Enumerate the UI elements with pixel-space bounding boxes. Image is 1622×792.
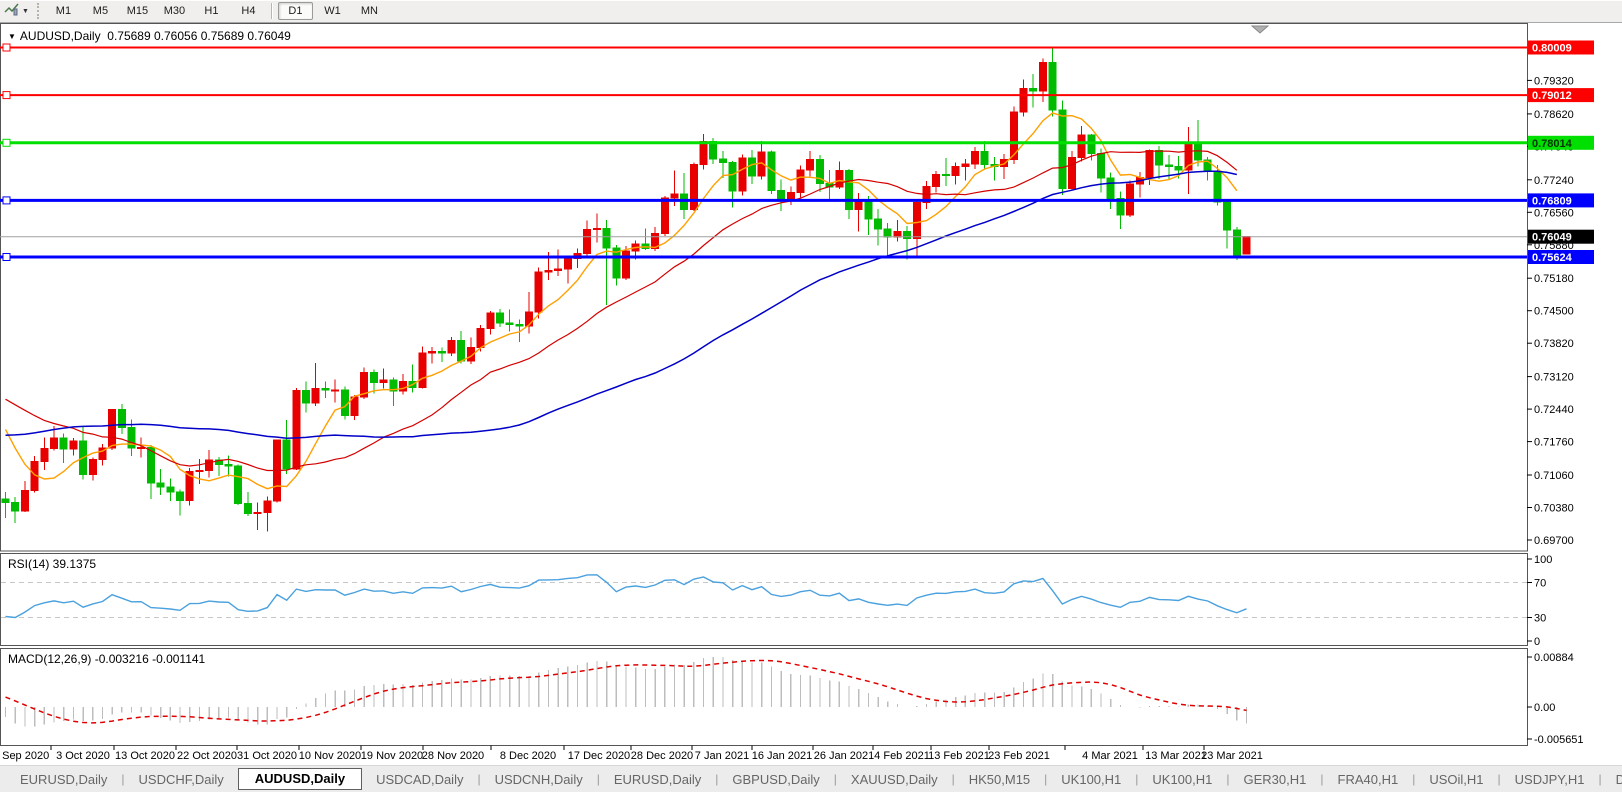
svg-text:0.76049: 0.76049: [1532, 232, 1572, 244]
svg-text:8 Dec 2020: 8 Dec 2020: [500, 750, 556, 762]
timeframe-button-M30[interactable]: M30: [157, 2, 192, 20]
tab-xauusd-daily[interactable]: XAUUSD,Daily: [837, 769, 952, 790]
tab-eurusd-daily[interactable]: EURUSD,Daily: [6, 769, 121, 790]
svg-text:28 Nov 2020: 28 Nov 2020: [422, 750, 484, 762]
tab-usoil-h1[interactable]: USOil,H1: [1415, 769, 1497, 790]
svg-text:3 Oct 2020: 3 Oct 2020: [56, 750, 110, 762]
svg-text:0.69700: 0.69700: [1534, 535, 1574, 547]
svg-text:0.00: 0.00: [1534, 702, 1555, 714]
time-axis[interactable]: 24 Sep 2020 3 Oct 2020 13 Oct 202022 Oct 2…: [0, 746, 1263, 763]
tab-fra40-h1[interactable]: FRA40,H1: [1324, 769, 1413, 790]
svg-text:23 Mar 2021: 23 Mar 2021: [1201, 750, 1263, 762]
svg-text:24 Sep 2020: 24 Sep 2020: [0, 750, 49, 762]
symbol-name: AUDUSD,Daily: [20, 29, 101, 43]
svg-text:13 Oct 2020: 13 Oct 2020: [115, 750, 175, 762]
svg-text:22 Oct 2020: 22 Oct 2020: [177, 750, 237, 762]
macd-label: MACD(12,26,9) -0.003216 -0.001141: [8, 652, 205, 666]
svg-text:0.75180: 0.75180: [1534, 273, 1574, 285]
svg-text:0.78014: 0.78014: [1532, 138, 1573, 150]
timeframe-toolbar: M1M5M15M30H1H4 D1W1MN: [45, 0, 388, 22]
chart-tabs: EURUSD,Daily|USDCHF,DailyAUDUSD,DailyUSD…: [6, 768, 1622, 790]
timeframe-button-H4[interactable]: H4: [231, 2, 266, 20]
tab-hk50-m15[interactable]: HK50,M15: [955, 769, 1044, 790]
chart-canvas[interactable]: 0.793200.786200.779400.772400.765600.758…: [0, 23, 1622, 765]
svg-text:0.73820: 0.73820: [1534, 338, 1574, 350]
mt4-window: ▼ M1M5M15M30H1H4 D1W1MN 0.79320 0.78620 0.7…: [0, 0, 1622, 792]
svg-text:4 Feb 2021: 4 Feb 2021: [874, 750, 930, 762]
tab-uk100-h1[interactable]: UK100,H1: [1138, 769, 1226, 790]
timeframe-button-M1[interactable]: M1: [46, 2, 81, 20]
svg-text:0.77240: 0.77240: [1534, 175, 1574, 187]
svg-text:0.00884: 0.00884: [1534, 652, 1574, 664]
tab-eurusd-daily[interactable]: EURUSD,Daily: [600, 769, 715, 790]
chart-tabs-bar: EURUSD,Daily|USDCHF,DailyAUDUSD,DailyUSD…: [0, 765, 1622, 792]
tab-ger30-h1[interactable]: GER30,H1: [1230, 769, 1321, 790]
svg-text:70: 70: [1534, 578, 1546, 590]
timeframe-button-W1[interactable]: W1: [315, 2, 350, 20]
timeframe-button-MN[interactable]: MN: [352, 2, 387, 20]
svg-text:13 Feb 2021: 13 Feb 2021: [928, 750, 990, 762]
svg-text:0.79012: 0.79012: [1532, 90, 1572, 102]
svg-text:10 Nov 2020: 10 Nov 2020: [299, 750, 361, 762]
svg-text:0: 0: [1534, 636, 1540, 648]
tab-usdcnh-daily[interactable]: USDCNH,Daily: [481, 769, 597, 790]
svg-text:16 Jan 2021: 16 Jan 2021: [752, 750, 813, 762]
tab-uk100-h1[interactable]: UK100,H1: [1047, 769, 1135, 790]
timeframe-button-M5[interactable]: M5: [83, 2, 118, 20]
svg-text:13 Mar 2021: 13 Mar 2021: [1145, 750, 1207, 762]
symbol-ohlc: 0.75689 0.76056 0.75689 0.76049: [107, 29, 291, 43]
tab-usdchf-daily[interactable]: USDCHF,Daily: [125, 769, 238, 790]
svg-text:-0.005651: -0.005651: [1534, 734, 1584, 746]
chevron-down-icon: ▼: [22, 8, 29, 15]
tab-gbpusd-daily[interactable]: GBPUSD,Daily: [718, 769, 833, 790]
svg-text:17 Dec 2020: 17 Dec 2020: [568, 750, 630, 762]
svg-text:0.78620: 0.78620: [1534, 109, 1574, 121]
svg-text:0.76560: 0.76560: [1534, 207, 1574, 219]
svg-text:23 Feb 2021: 23 Feb 2021: [988, 750, 1050, 762]
tab-dj30-weekly[interactable]: DJ30,Weekly: [1602, 769, 1622, 790]
svg-text:30: 30: [1534, 613, 1546, 625]
svg-text:4 Mar 2021: 4 Mar 2021: [1082, 750, 1138, 762]
rsi-label: RSI(14) 39.1375: [8, 557, 96, 571]
svg-text:19 Nov 2020: 19 Nov 2020: [361, 750, 423, 762]
svg-text:0.76809: 0.76809: [1532, 195, 1572, 207]
timeframe-button-H1[interactable]: H1: [194, 2, 229, 20]
chart-toolbar: ▼ M1M5M15M30H1H4 D1W1MN: [0, 0, 1622, 23]
svg-text:0.75624: 0.75624: [1532, 252, 1573, 264]
svg-text:100: 100: [1534, 554, 1552, 566]
svg-text:31 Oct 2020: 31 Oct 2020: [237, 750, 297, 762]
svg-text:0.71760: 0.71760: [1534, 437, 1574, 449]
tab-audusd-daily[interactable]: AUDUSD,Daily: [238, 768, 362, 790]
chart-cursor-icon: [4, 1, 20, 22]
svg-text:0.72440: 0.72440: [1534, 404, 1574, 416]
symbol-title: ▼ AUDUSD,Daily 0.75689 0.76056 0.75689 0.…: [8, 29, 291, 43]
svg-text:7 Jan 2021: 7 Jan 2021: [695, 750, 749, 762]
svg-text:0.70380: 0.70380: [1534, 503, 1574, 515]
timeframe-button-D1[interactable]: D1: [278, 2, 313, 20]
tab-usdcad-daily[interactable]: USDCAD,Daily: [362, 769, 477, 790]
timeframe-button-M15[interactable]: M15: [120, 2, 155, 20]
svg-text:28 Dec 2020: 28 Dec 2020: [631, 750, 693, 762]
svg-text:0.80009: 0.80009: [1532, 43, 1572, 55]
svg-text:0.71060: 0.71060: [1534, 470, 1574, 482]
toolbar-grip[interactable]: [37, 3, 39, 19]
chart-area: 0.793200.786200.779400.772400.765600.758…: [0, 23, 1622, 765]
symbol-caret-icon[interactable]: ▼: [8, 32, 16, 41]
svg-text:0.79320: 0.79320: [1534, 75, 1574, 87]
tab-usdjpy-h1[interactable]: USDJPY,H1: [1501, 769, 1599, 790]
svg-text:0.73120: 0.73120: [1534, 372, 1574, 384]
chart-tool-button[interactable]: ▼: [0, 2, 35, 20]
toolbar-separator: [271, 3, 273, 19]
svg-text:0.74500: 0.74500: [1534, 306, 1574, 318]
svg-text:26 Jan 2021: 26 Jan 2021: [814, 750, 875, 762]
